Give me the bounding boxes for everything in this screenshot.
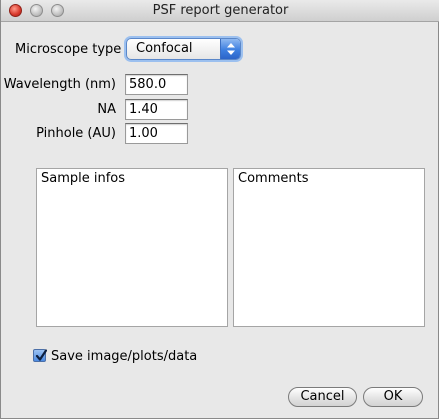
na-value: 1.40 [129,102,158,117]
cancel-button[interactable]: Cancel [288,387,357,407]
pinhole-value: 1.00 [129,126,158,141]
na-label: NA [97,102,116,117]
pinhole-field[interactable]: 1.00 [125,123,188,144]
title-bar[interactable]: PSF report generator [1,0,439,22]
ok-button[interactable]: OK [363,387,423,407]
wavelength-field[interactable]: 580.0 [125,74,188,95]
comments-textarea[interactable]: Comments [233,168,425,327]
save-checkbox-label[interactable]: Save image/plots/data [51,349,197,364]
chevron-updown-icon [220,39,240,59]
wavelength-value: 580.0 [129,77,167,92]
save-checkbox[interactable] [33,349,47,362]
comments-text: Comments [238,171,309,186]
microscope-type-select[interactable]: Confocal [126,38,241,60]
na-field[interactable]: 1.40 [125,99,188,120]
dialog-window: PSF report generator Microscope type Con… [0,0,439,419]
sample-infos-textarea[interactable]: Sample infos [36,168,228,327]
sample-infos-text: Sample infos [41,171,126,186]
microscope-type-value: Confocal [136,41,193,56]
window-title: PSF report generator [152,3,289,18]
checkmark-icon [35,349,47,361]
microscope-type-label: Microscope type [15,42,122,57]
wavelength-label: Wavelength (nm) [3,77,116,92]
pinhole-label: Pinhole (AU) [36,126,116,141]
